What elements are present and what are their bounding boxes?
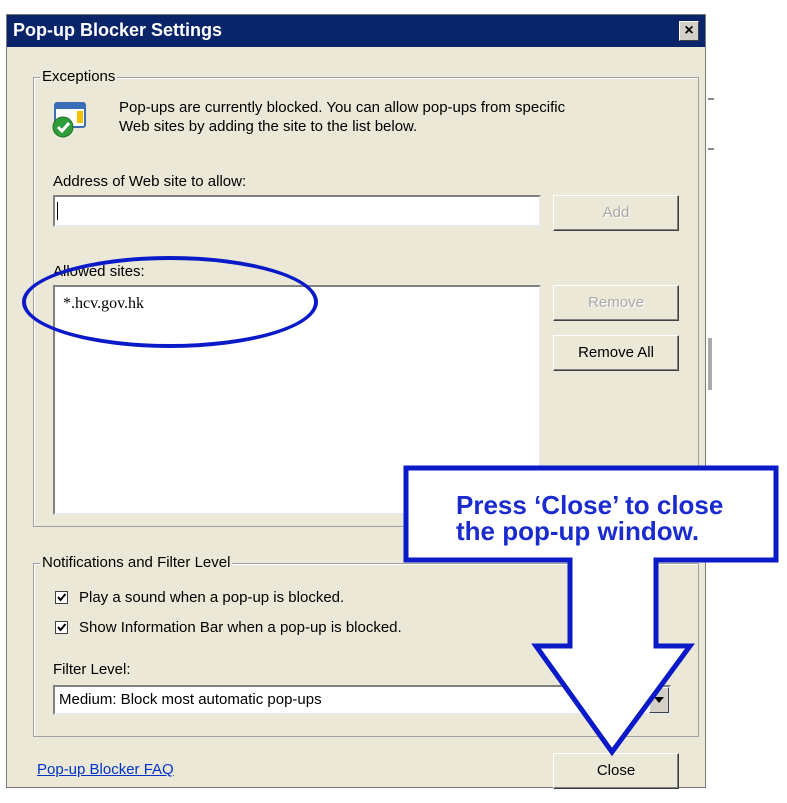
close-window-button[interactable]: × <box>679 21 699 41</box>
edge-scroll-mark <box>708 338 712 390</box>
checkmark-icon <box>57 593 67 602</box>
notifications-legend: Notifications and Filter Level <box>40 554 233 571</box>
blocked-message-line1: Pop-ups are currently blocked. You can a… <box>119 99 566 116</box>
filter-level-label: Filter Level: <box>53 661 131 678</box>
edge-tick <box>708 98 714 100</box>
highlight-ellipse <box>22 256 318 348</box>
text-caret <box>57 202 58 220</box>
play-sound-checkbox[interactable] <box>55 591 68 604</box>
callout-line2: the pop-up window. <box>456 516 700 546</box>
title-bar[interactable]: Pop-up Blocker Settings × <box>7 15 705 47</box>
address-label: Address of Web site to allow: <box>53 173 247 190</box>
play-sound-label: Play a sound when a pop-up is blocked. <box>79 589 345 606</box>
callout-line1: Press ‘Close’ to close <box>456 490 724 520</box>
address-input[interactable] <box>53 195 541 227</box>
filter-level-value: Medium: Block most automatic pop-ups <box>59 691 322 708</box>
checkmark-icon <box>57 623 67 632</box>
faq-link[interactable]: Pop-up Blocker FAQ <box>37 761 174 778</box>
filter-level-select[interactable]: Medium: Block most automatic pop-ups <box>53 685 671 715</box>
blocked-message-line2: Web sites by adding the site to the list… <box>119 118 418 135</box>
info-bar-checkbox[interactable] <box>55 621 68 634</box>
add-button[interactable]: Add <box>553 195 679 231</box>
popup-blocker-dialog: Pop-up Blocker Settings × Exceptions Pop… <box>6 14 706 789</box>
window-title: Pop-up Blocker Settings <box>13 20 223 40</box>
info-bar-label: Show Information Bar when a pop-up is bl… <box>79 619 402 636</box>
chevron-down-icon[interactable] <box>649 687 669 713</box>
close-button[interactable]: Close <box>553 753 679 789</box>
background-margin <box>706 0 787 803</box>
remove-all-button[interactable]: Remove All <box>553 335 679 371</box>
edge-tick <box>708 148 714 150</box>
popup-shield-icon <box>49 99 89 139</box>
exceptions-legend: Exceptions <box>40 68 118 85</box>
remove-button[interactable]: Remove <box>553 285 679 321</box>
callout-text: Press ‘Close’ to close the pop-up window… <box>456 492 723 544</box>
